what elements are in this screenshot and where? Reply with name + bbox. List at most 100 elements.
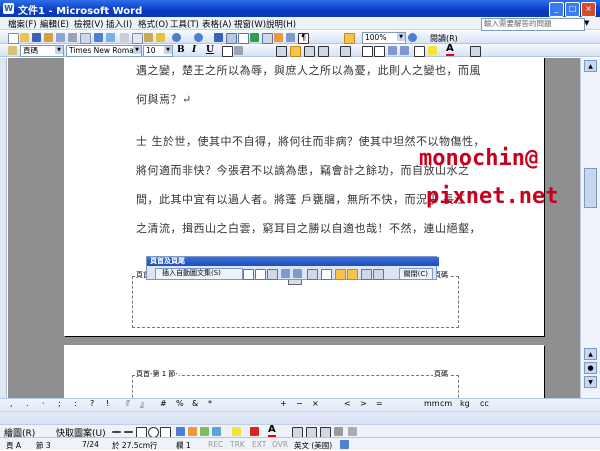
symbol-period[interactable]: .: [26, 399, 29, 408]
underline-button[interactable]: U: [206, 45, 214, 55]
outside-border-icon[interactable]: [414, 46, 425, 57]
format-page-number-icon[interactable]: [267, 269, 278, 280]
numbering-icon[interactable]: [362, 46, 373, 57]
select-browse-object-icon[interactable]: ●: [584, 362, 597, 374]
email-icon[interactable]: [56, 33, 65, 42]
status-trk[interactable]: TRK: [230, 440, 245, 449]
3d-style-icon[interactable]: [348, 427, 357, 436]
symbol-amp[interactable]: &: [192, 399, 198, 408]
menu-tools[interactable]: 工具(T): [170, 18, 199, 30]
font-select[interactable]: Times New Roman ▼: [66, 45, 142, 57]
header-edit-area[interactable]: 頁首-第 1 節- 頁碼: [132, 369, 459, 398]
align-right-icon[interactable]: [304, 46, 315, 57]
menu-view[interactable]: 檢視(V): [74, 18, 103, 30]
symbol-dot[interactable]: ·: [42, 399, 45, 408]
bold-button[interactable]: B: [177, 45, 185, 55]
help-icon[interactable]: [408, 33, 417, 42]
picture-icon[interactable]: [212, 427, 221, 436]
symbol-percent[interactable]: %: [176, 399, 184, 408]
permission-icon[interactable]: [44, 33, 53, 42]
symbol-colon[interactable]: :: [74, 399, 77, 408]
scroll-thumb[interactable]: [584, 168, 597, 208]
footer-edit-area[interactable]: 頁首-第 1 節- 頁碼: [132, 270, 459, 328]
page-number-icon[interactable]: [243, 269, 254, 280]
insert-excel-icon[interactable]: [250, 33, 259, 42]
cut-icon[interactable]: [120, 33, 129, 42]
insert-date-icon[interactable]: [281, 269, 290, 278]
drawing-toggle-icon[interactable]: [274, 33, 283, 42]
research-icon[interactable]: [106, 33, 115, 42]
font-color-icon[interactable]: A: [446, 44, 454, 56]
show-hide-document-icon[interactable]: [321, 269, 332, 280]
menu-edit[interactable]: 編輯(E): [40, 18, 69, 30]
insert-table-icon[interactable]: [238, 33, 249, 44]
font-size-select[interactable]: 10 ▼: [143, 45, 173, 57]
symbol-semicolon[interactable]: ;: [58, 399, 61, 408]
switch-header-footer-icon[interactable]: [347, 269, 358, 280]
menu-format[interactable]: 格式(O): [138, 18, 168, 30]
line-spacing-icon[interactable]: [340, 46, 351, 57]
font-color-icon[interactable]: A: [268, 425, 276, 437]
minimize-icon[interactable]: _: [549, 2, 564, 17]
close-header-footer-button[interactable]: 關閉(C): [398, 268, 433, 280]
char-shading-icon[interactable]: [234, 46, 243, 55]
page-count-icon[interactable]: [255, 269, 266, 280]
header-footer-toolbar-title[interactable]: 頁首及頁尾: [147, 257, 439, 266]
bullets-icon[interactable]: [374, 46, 385, 57]
symbol-star[interactable]: *: [208, 399, 212, 408]
symbol-cm[interactable]: cm: [440, 399, 452, 408]
format-painter-icon[interactable]: [156, 33, 165, 42]
scroll-up-icon[interactable]: ▲: [584, 60, 597, 72]
vertical-scrollbar[interactable]: ▲ ▲ ● ▼: [580, 58, 600, 398]
undo-icon[interactable]: [172, 33, 181, 42]
symbol-rbracket[interactable]: 』: [140, 399, 148, 410]
symbol-equals[interactable]: =: [376, 399, 383, 408]
next-page-icon[interactable]: ▼: [584, 376, 597, 388]
help-search-input[interactable]: 輸入需要解答的問題: [481, 18, 585, 31]
symbol-minus[interactable]: −: [296, 399, 303, 408]
symbol-hash[interactable]: #: [160, 399, 167, 408]
symbol-question[interactable]: ?: [90, 399, 94, 408]
symbol-times[interactable]: ×: [312, 399, 319, 408]
print-preview-icon[interactable]: [80, 33, 91, 44]
document-area[interactable]: 遇之變，楚王之所以為辱，與庶人之所以為憂，此則人之變也，而風 何與焉？↵ 士 生…: [8, 58, 580, 398]
decrease-indent-icon[interactable]: [388, 46, 397, 55]
save-icon[interactable]: [32, 33, 41, 42]
diagram-icon[interactable]: [188, 427, 197, 436]
redo-icon[interactable]: [194, 33, 203, 42]
fill-color-icon[interactable]: [232, 427, 241, 436]
styles-pane-icon[interactable]: [8, 46, 17, 55]
symbol-kg[interactable]: kg: [460, 399, 470, 408]
line-tool-icon[interactable]: [112, 431, 121, 433]
copy-icon[interactable]: [132, 33, 143, 44]
increase-indent-icon[interactable]: [400, 46, 409, 55]
insert-time-icon[interactable]: [293, 269, 302, 278]
columns-icon[interactable]: [262, 33, 273, 44]
show-previous-icon[interactable]: [361, 269, 372, 280]
align-left-icon[interactable]: [276, 46, 287, 57]
style-select[interactable]: 頁碼 ▼: [20, 45, 64, 57]
justify-icon[interactable]: [318, 46, 329, 57]
maximize-icon[interactable]: □: [565, 2, 580, 17]
print-icon[interactable]: [68, 33, 77, 42]
menu-help[interactable]: 說明(H): [266, 18, 296, 30]
status-rec[interactable]: REC: [208, 440, 223, 449]
italic-button[interactable]: I: [192, 45, 196, 55]
tables-borders-icon[interactable]: [226, 33, 237, 44]
hyperlink-icon[interactable]: [214, 33, 223, 42]
symbol-mm[interactable]: mm: [424, 399, 440, 408]
status-ovr[interactable]: OVR: [272, 440, 288, 449]
menu-window[interactable]: 視窗(W): [234, 18, 266, 30]
align-center-icon[interactable]: [290, 46, 301, 57]
symbol-exclaim[interactable]: !: [106, 399, 109, 408]
shadow-style-icon[interactable]: [334, 427, 343, 436]
line-color-icon[interactable]: [250, 427, 259, 436]
arrow-tool-icon[interactable]: [124, 431, 133, 433]
header-footer-active-icon[interactable]: [344, 33, 355, 44]
clipart-icon[interactable]: [200, 427, 209, 436]
document-page-2[interactable]: 頁首-第 1 節- 頁碼: [64, 345, 544, 398]
document-page-1[interactable]: 遇之變，楚王之所以為辱，與庶人之所以為憂，此則人之變也，而風 何與焉？↵ 士 生…: [64, 58, 558, 336]
help-dropdown-icon[interactable]: ▼: [584, 19, 589, 27]
insert-autotext-button[interactable]: 插入自動圖文集(S): [155, 268, 243, 280]
menu-table[interactable]: 表格(A): [202, 18, 231, 30]
